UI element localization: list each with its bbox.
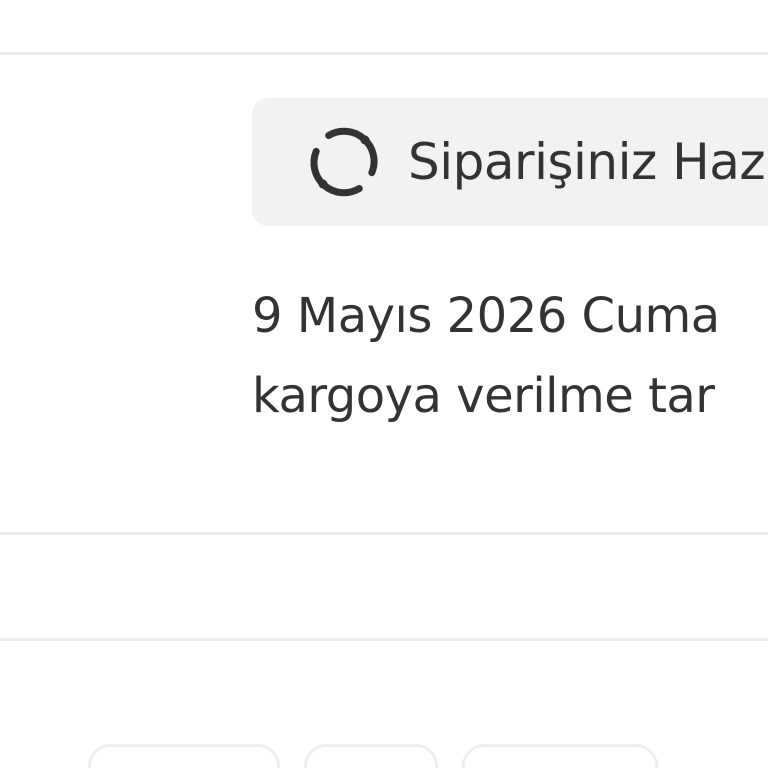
option-chip-2[interactable] — [304, 744, 438, 768]
order-page: Siparişiniz Haz 9 Mayıs 2026 Cuma kargoy… — [0, 0, 768, 768]
section-divider — [0, 532, 768, 535]
shipping-date-line: 9 Mayıs 2026 Cuma — [252, 288, 720, 344]
shipping-date-text: 9 Mayıs 2026 Cuma kargoya verilme tar — [252, 276, 720, 436]
refresh-icon — [304, 122, 384, 202]
option-chip-3[interactable] — [462, 744, 658, 768]
order-status-badge: Siparişiniz Haz — [252, 98, 768, 226]
option-chip-1[interactable] — [88, 744, 280, 768]
top-divider — [0, 52, 768, 55]
order-status-label: Siparişiniz Haz — [408, 133, 766, 191]
section-divider-lower — [0, 638, 768, 641]
shipping-note-line: kargoya verilme tar — [252, 368, 715, 424]
